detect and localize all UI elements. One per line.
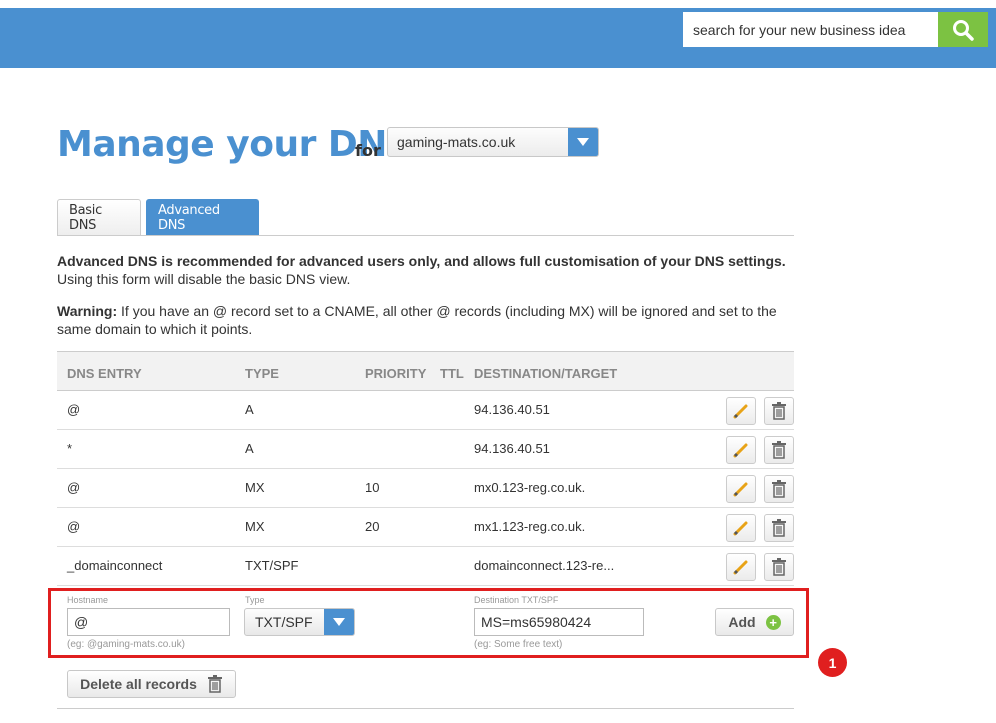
- cell-entry: *: [67, 441, 73, 456]
- cell-entry: @: [67, 519, 81, 534]
- trash-icon: [772, 441, 786, 459]
- tab-divider: [57, 235, 794, 236]
- trash-icon: [207, 675, 222, 693]
- table-row: @ MX 10 mx0.123-reg.co.uk.: [57, 469, 794, 508]
- for-label: for: [355, 141, 381, 160]
- pencil-icon: [733, 560, 748, 575]
- search-icon: [953, 19, 974, 41]
- cell-destination: mx0.123-reg.co.uk.: [474, 480, 586, 495]
- table-header: DNS ENTRY TYPE PRIORITY TTL DESTINATION/…: [57, 352, 794, 391]
- header-priority: PRIORITY: [365, 366, 427, 381]
- domain-select[interactable]: gaming-mats.co.uk: [387, 127, 599, 157]
- header-ttl: TTL: [440, 366, 464, 381]
- edit-button[interactable]: [726, 514, 756, 542]
- cell-destination: 94.136.40.51: [474, 441, 550, 456]
- warning-text: Warning: If you have an @ record set to …: [57, 302, 797, 338]
- trash-icon: [772, 519, 786, 537]
- search-bar: [683, 12, 988, 47]
- warning-body: If you have an @ record set to a CNAME, …: [57, 303, 777, 337]
- trash-icon: [772, 480, 786, 498]
- delete-button[interactable]: [764, 436, 794, 464]
- cell-entry: _domainconnect: [67, 558, 163, 573]
- table-row: @ A 94.136.40.51: [57, 391, 794, 430]
- tab-advanced-dns[interactable]: Advanced DNS: [146, 199, 259, 235]
- bottom-divider: [57, 708, 794, 709]
- cell-destination: domainconnect.123-re...: [474, 558, 615, 573]
- chevron-down-icon: [568, 128, 598, 156]
- pencil-icon: [733, 521, 748, 536]
- cell-type: A: [245, 402, 254, 417]
- table-row: * A 94.136.40.51: [57, 430, 794, 469]
- intro-bold: Advanced DNS is recommended for advanced…: [57, 253, 786, 269]
- delete-button[interactable]: [764, 397, 794, 425]
- cell-type: MX: [245, 480, 265, 495]
- tab-basic-dns[interactable]: Basic DNS: [57, 199, 141, 235]
- domain-select-value: gaming-mats.co.uk: [397, 134, 516, 150]
- edit-button[interactable]: [726, 475, 756, 503]
- table-row: @ MX 20 mx1.123-reg.co.uk.: [57, 508, 794, 547]
- trash-icon: [772, 402, 786, 420]
- edit-button[interactable]: [726, 397, 756, 425]
- annotation-badge: 1: [818, 648, 847, 677]
- pencil-icon: [733, 443, 748, 458]
- dns-table: DNS ENTRY TYPE PRIORITY TTL DESTINATION/…: [57, 351, 794, 586]
- cell-type: A: [245, 441, 254, 456]
- cell-destination: 94.136.40.51: [474, 402, 550, 417]
- edit-button[interactable]: [726, 553, 756, 581]
- cell-entry: @: [67, 480, 81, 495]
- delete-all-label: Delete all records: [80, 676, 197, 692]
- cell-priority: 20: [365, 519, 380, 534]
- trash-icon: [772, 558, 786, 576]
- header-dns-entry: DNS ENTRY: [67, 366, 142, 381]
- annotation-highlight-box: [48, 588, 809, 658]
- table-row: _domainconnect TXT/SPF domainconnect.123…: [57, 547, 794, 586]
- pencil-icon: [733, 482, 748, 497]
- intro-normal: Using this form will disable the basic D…: [57, 271, 351, 287]
- pencil-icon: [733, 404, 748, 419]
- header-destination: DESTINATION/TARGET: [474, 366, 618, 381]
- delete-all-records-button[interactable]: Delete all records: [67, 670, 236, 698]
- delete-button[interactable]: [764, 553, 794, 581]
- cell-type: MX: [245, 519, 265, 534]
- delete-button[interactable]: [764, 475, 794, 503]
- header-type: TYPE: [245, 366, 279, 381]
- cell-type: TXT/SPF: [245, 558, 299, 573]
- warning-label: Warning:: [57, 303, 118, 319]
- delete-button[interactable]: [764, 514, 794, 542]
- cell-entry: @: [67, 402, 81, 417]
- search-button[interactable]: [938, 12, 988, 47]
- cell-priority: 10: [365, 480, 380, 495]
- search-input[interactable]: [683, 12, 938, 47]
- cell-destination: mx1.123-reg.co.uk.: [474, 519, 586, 534]
- intro-text: Advanced DNS is recommended for advanced…: [57, 252, 797, 288]
- edit-button[interactable]: [726, 436, 756, 464]
